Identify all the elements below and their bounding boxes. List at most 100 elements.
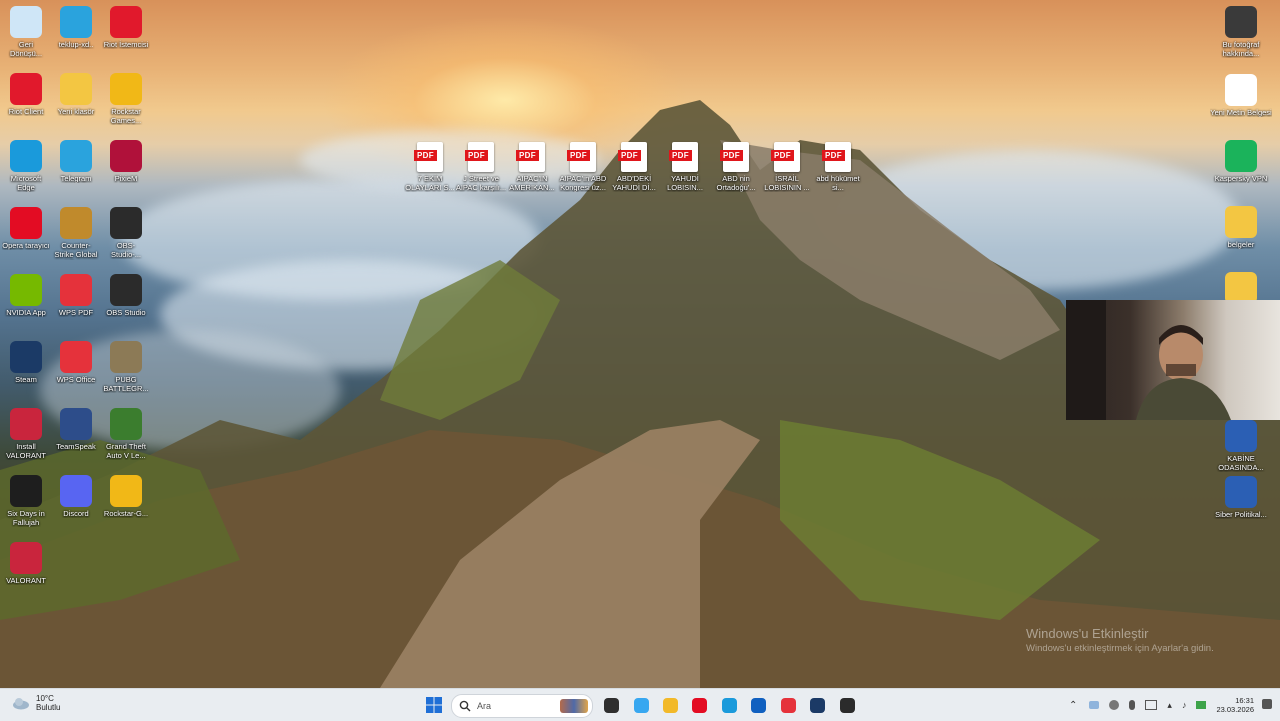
pdf-badge: PDF [822, 150, 845, 161]
task-view-taskbar-button[interactable] [600, 694, 622, 716]
pdf-file-icon: PDF [618, 142, 647, 172]
desktop-icon[interactable]: OBS Studio [102, 274, 150, 317]
desktop-icon[interactable]: Microsoft Edge [2, 140, 50, 192]
pdf-badge: PDF [771, 150, 794, 161]
search-highlight-icon [560, 699, 588, 713]
desktop-icon[interactable]: Yeni klasör [52, 73, 100, 116]
volume-icon[interactable]: ♪ [1182, 700, 1187, 710]
desktop-icon[interactable]: VALORANT [2, 542, 50, 585]
desktop-icon[interactable]: NVIDIA App [2, 274, 50, 317]
chevron-up-icon[interactable]: ⌃ [1069, 700, 1077, 711]
pdf-badge: PDF [618, 150, 641, 161]
copilot-taskbar-button[interactable] [630, 694, 652, 716]
desktop-icon[interactable]: Bu fotoğraf hakkında... [1210, 6, 1272, 58]
file-explorer-taskbar-button[interactable] [659, 694, 681, 716]
desktop-icon[interactable]: teklup-xd.. [52, 6, 100, 49]
windows-logo-icon [426, 697, 442, 713]
pdf-badge: PDF [414, 150, 437, 161]
desktop-icon[interactable]: Grand Theft Auto V Le... [102, 408, 150, 460]
kaspersky-icon [1225, 140, 1257, 172]
desktop-icon[interactable]: Siber Politikal... [1210, 476, 1272, 519]
start-button[interactable] [423, 694, 445, 716]
edge-icon [10, 140, 42, 172]
desktop-icon[interactable]: OBS-Studio-... [102, 207, 150, 259]
desktop-icon[interactable]: PDF J Street ve AIPAC karşılı... [455, 142, 507, 192]
desktop-icon[interactable]: Riot İstemcisi [102, 6, 150, 49]
activation-watermark: Windows'u Etkinleştir Windows'u etkinleş… [1026, 626, 1214, 654]
webcam-overlay [1066, 300, 1280, 420]
network-icon[interactable]: ▴ [1167, 700, 1172, 711]
pdf-badge: PDF [669, 150, 692, 161]
search-placeholder: Ara [477, 701, 492, 711]
desktop-icon[interactable]: PUBG BATTLEGR... [102, 341, 150, 393]
nvidia-icon [10, 274, 42, 306]
desktop-icon-label: Six Days in Fallujah [7, 509, 45, 527]
desktop-icon[interactable]: Kaspersky VPN [1210, 140, 1272, 183]
desktop-icon[interactable]: Yeni Metin Belgesi [1210, 74, 1272, 117]
weather-widget[interactable]: 10°C Bulutlu [12, 694, 60, 712]
desktop-icon[interactable]: belgeler [1210, 206, 1272, 249]
desktop-icon[interactable]: Steam [2, 341, 50, 384]
desktop-icon[interactable]: PDF YAHUDİ LOBISIN... [659, 142, 711, 192]
desktop-icon-label: OBS-Studio-... [110, 241, 141, 259]
search-icon [459, 700, 471, 712]
desktop-icon[interactable]: PDF AIPAC'IN AMERIKAN... [506, 142, 558, 192]
wps-taskbar-button[interactable] [777, 694, 799, 716]
desktop-icon-label: 7 EKİM OLAYLARI S... [405, 174, 455, 192]
notification-icon[interactable] [1262, 699, 1272, 709]
desktop-icon[interactable]: Install VALORANT [2, 408, 50, 460]
desktop-icon[interactable]: Counter-Strike Global Offen... [52, 207, 100, 260]
desktop-icon[interactable]: Riot Client [2, 73, 50, 116]
desktop-icon[interactable]: Rockstar-G... [102, 475, 150, 518]
obs-icon [110, 207, 142, 239]
watermark-subtitle: Windows'u etkinleştirmek için Ayarlar'a … [1026, 643, 1214, 654]
desktop-icon[interactable]: KABİNE ODASINDA... [1210, 420, 1272, 472]
nvidia-tray-icon[interactable] [1196, 701, 1207, 709]
desktop-icon[interactable]: Opera tarayıcı [2, 207, 50, 250]
steam-taskbar-button[interactable] [806, 694, 828, 716]
pdf-badge: PDF [720, 150, 743, 161]
opera-taskbar-button[interactable] [688, 694, 710, 716]
desktop-icon[interactable]: PixieM [102, 140, 150, 183]
word-icon [1225, 476, 1257, 508]
valorant-icon [10, 542, 42, 574]
desktop-icon[interactable]: Rockstar Games... [102, 73, 150, 125]
tray-app-icon[interactable] [1109, 700, 1120, 710]
desktop-icon[interactable]: PDF AIPAC'ın ABD Kongresi üz... [557, 142, 609, 192]
sixdays-icon [10, 475, 42, 507]
desktop-icon-label: WPS Office [56, 375, 96, 384]
cloud-icon [13, 698, 29, 710]
desktop-icon[interactable]: PDF 7 EKİM OLAYLARI S... [404, 142, 456, 192]
desktop-icon-label: OBS Studio [106, 308, 146, 317]
desktop-icon[interactable]: PDF İSRAİL LOBISININ ... [761, 142, 813, 192]
desktop-icon[interactable]: Telegram [52, 140, 100, 183]
discord-icon [60, 475, 92, 507]
desktop-icon[interactable]: Six Days in Fallujah [2, 475, 50, 527]
desktop[interactable]: Geri Dönüşü... teklup-xd.. Riot İstemcisi R… [0, 0, 1280, 688]
desktop-icon[interactable]: WPS Office [52, 341, 100, 384]
watermark-title: Windows'u Etkinleştir [1026, 626, 1149, 641]
clock-date: 23.03.2026 [1216, 705, 1254, 714]
display-icon[interactable] [1145, 700, 1158, 710]
clock[interactable]: 16:31 23.03.2026 [1216, 696, 1254, 714]
store-taskbar-button[interactable] [747, 694, 769, 716]
desktop-icon[interactable]: PDF abd hükümet si... [812, 142, 864, 192]
desktop-icon[interactable]: WPS PDF [52, 274, 100, 317]
desktop-icon[interactable]: PDF ABD nin Ortadoğu'... [710, 142, 762, 192]
taskbar-search[interactable]: Ara [451, 694, 593, 718]
obs-taskbar-button[interactable] [836, 694, 858, 716]
microphone-icon[interactable] [1129, 700, 1136, 710]
desktop-icon[interactable]: TeamSpeak [52, 408, 100, 451]
desktop-icon[interactable]: PDF ABD'DEKİ YAHUDİ Dİ... [608, 142, 660, 192]
edge-taskbar-button[interactable] [718, 694, 740, 716]
pdf-file-icon: PDF [414, 142, 443, 172]
pdf-file-icon: PDF [465, 142, 494, 172]
onedrive-icon[interactable] [1089, 701, 1100, 709]
desktop-icon[interactable]: Geri Dönüşü... [2, 6, 50, 58]
opera-icon [10, 207, 42, 239]
rockstar-icon [110, 475, 142, 507]
desktop-icon[interactable]: Discord [52, 475, 100, 518]
cs-icon [60, 207, 92, 239]
task-view-icon [603, 697, 619, 713]
pdf-file-icon: PDF [669, 142, 698, 172]
